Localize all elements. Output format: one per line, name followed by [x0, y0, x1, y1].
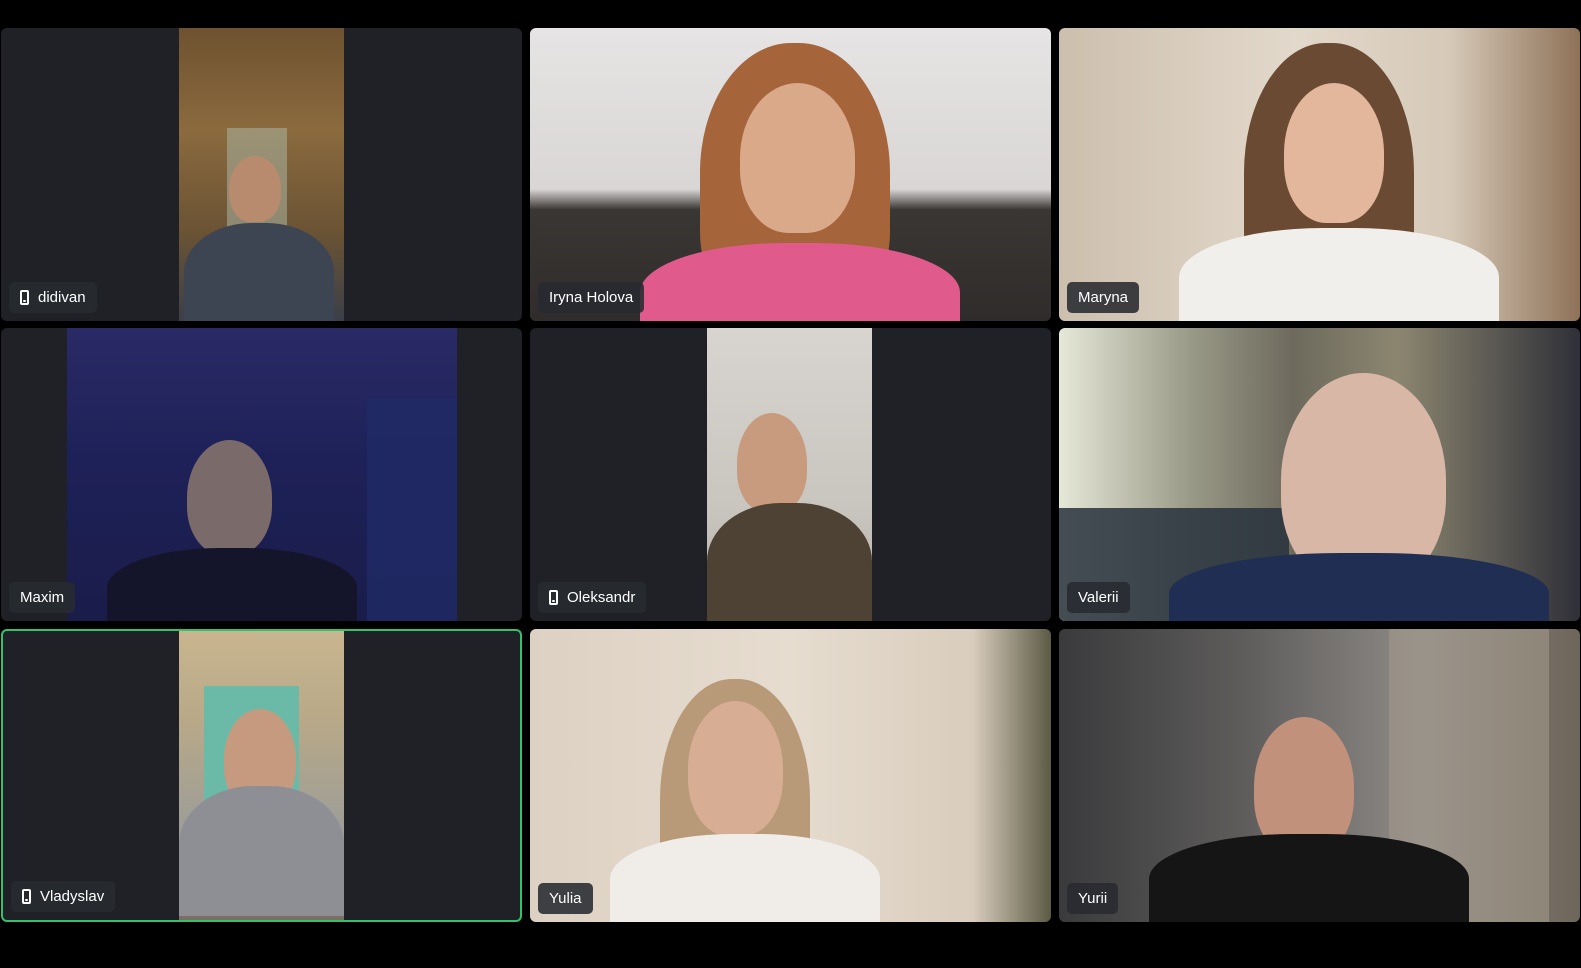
participant-tile-yurii[interactable]: Yurii: [1059, 629, 1580, 922]
phone-icon: [20, 290, 29, 305]
participant-name-tag: didivan: [9, 282, 97, 313]
participant-tile-iryna-holova[interactable]: Iryna Holova: [530, 28, 1051, 321]
participant-name: Iryna Holova: [549, 289, 634, 306]
participant-video: [179, 28, 344, 321]
video-grid: didivan Iryna Holova Maryna Maxim Oleksa…: [0, 0, 1581, 968]
participant-name: Vladyslav: [40, 888, 105, 905]
participant-tile-maryna[interactable]: Maryna: [1059, 28, 1580, 321]
participant-name: Maxim: [20, 589, 65, 606]
participant-name: Valerii: [1078, 589, 1119, 606]
participant-name: Maryna: [1078, 289, 1129, 306]
participant-video: [1059, 28, 1580, 321]
participant-tile-vladyslav[interactable]: Vladyslav: [1, 629, 522, 922]
participant-tile-oleksandr[interactable]: Oleksandr: [530, 328, 1051, 621]
participant-video: [530, 629, 1051, 922]
participant-video: [1059, 328, 1580, 621]
participant-name-tag: Maryna: [1067, 282, 1140, 313]
participant-tile-maxim[interactable]: Maxim: [1, 328, 522, 621]
participant-video: [1059, 629, 1580, 922]
participant-name: Oleksandr: [567, 589, 636, 606]
participant-name-tag: Iryna Holova: [538, 282, 645, 313]
participant-name-tag: Oleksandr: [538, 582, 647, 613]
participant-name-tag: Yulia: [538, 883, 593, 914]
participant-name-tag: Yurii: [1067, 883, 1119, 914]
phone-icon: [549, 590, 558, 605]
phone-icon: [22, 889, 31, 904]
participant-name-tag: Valerii: [1067, 582, 1130, 613]
participant-video: [67, 328, 457, 621]
participant-name: Yulia: [549, 890, 582, 907]
participant-video: [530, 28, 1051, 321]
participant-video: [179, 631, 344, 920]
participant-video: [707, 328, 872, 621]
participant-tile-valerii[interactable]: Valerii: [1059, 328, 1580, 621]
participant-tile-didivan[interactable]: didivan: [1, 28, 522, 321]
participant-tile-yulia[interactable]: Yulia: [530, 629, 1051, 922]
participant-name-tag: Vladyslav: [11, 881, 116, 912]
participant-name: Yurii: [1078, 890, 1108, 907]
participant-name-tag: Maxim: [9, 582, 76, 613]
participant-name: didivan: [38, 289, 86, 306]
